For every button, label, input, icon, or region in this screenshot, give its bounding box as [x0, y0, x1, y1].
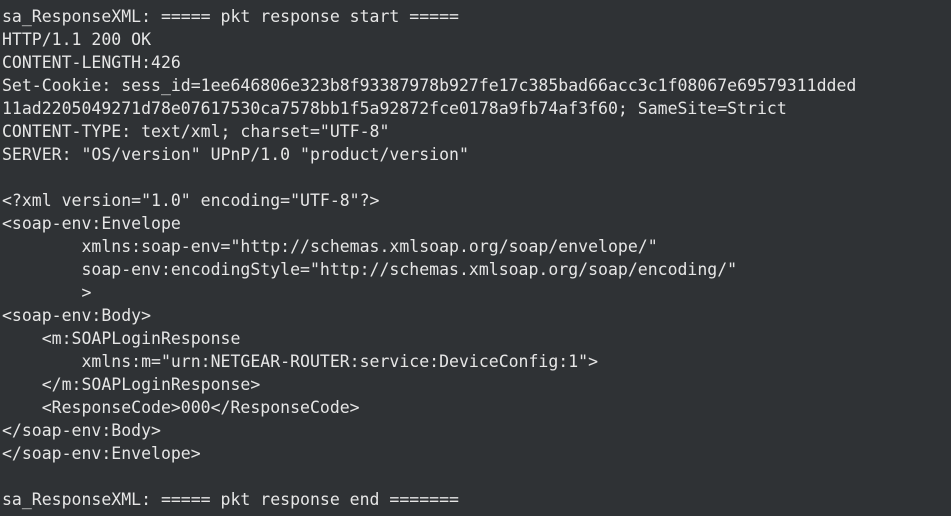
- terminal-line: HTTP/1.1 200 OK: [2, 30, 152, 49]
- terminal-line: Set-Cookie: sess_id=1ee646806e323b8f9338…: [2, 76, 857, 95]
- terminal-line: <soap-env:Body>: [2, 306, 152, 325]
- terminal-line: sa_ResponseXML: ===== pkt response end =…: [2, 490, 459, 509]
- terminal-line: sa_ResponseXML: ===== pkt response start…: [2, 7, 459, 26]
- terminal-line: CONTENT-TYPE: text/xml; charset="UTF-8": [2, 122, 390, 141]
- terminal-line: >: [2, 283, 92, 302]
- terminal-line: <soap-env:Envelope: [2, 214, 181, 233]
- terminal-line: CONTENT-LENGTH:426: [2, 53, 181, 72]
- terminal-line: soap-env:encodingStyle="http://schemas.x…: [2, 260, 738, 279]
- terminal-line: <m:SOAPLoginResponse: [2, 329, 241, 348]
- terminal-output: sa_ResponseXML: ===== pkt response start…: [0, 0, 951, 516]
- terminal-line: SERVER: "OS/version" UPnP/1.0 "product/v…: [2, 145, 469, 164]
- terminal-line: xmlns:soap-env="http://schemas.xmlsoap.o…: [2, 237, 658, 256]
- terminal-line: <?xml version="1.0" encoding="UTF-8"?>: [2, 191, 380, 210]
- terminal-line: </soap-env:Envelope>: [2, 444, 201, 463]
- terminal-line: xmlns:m="urn:NETGEAR-ROUTER:service:Devi…: [2, 352, 599, 371]
- terminal-line: <ResponseCode>000</ResponseCode>: [2, 398, 360, 417]
- terminal-line: </soap-env:Body>: [2, 421, 161, 440]
- terminal-line: </m:SOAPLoginResponse>: [2, 375, 261, 394]
- terminal-line: 11ad2205049271d78e07617530ca7578bb1f5a92…: [2, 99, 787, 118]
